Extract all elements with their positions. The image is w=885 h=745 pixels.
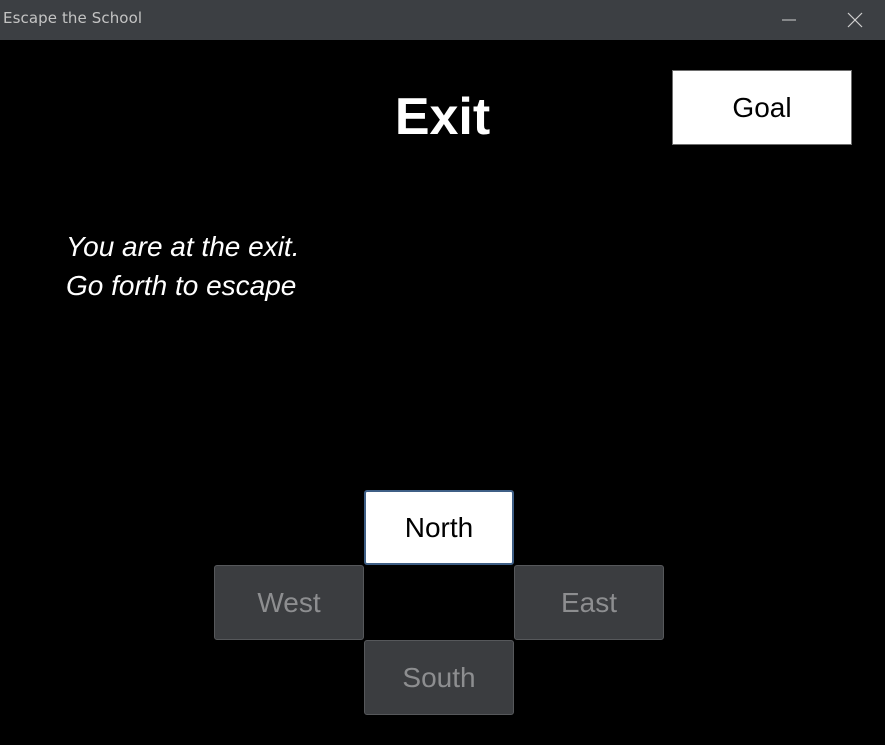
minimize-icon bbox=[782, 19, 796, 21]
close-icon bbox=[847, 12, 863, 28]
game-area: Exit Goal You are at the exit. Go forth … bbox=[0, 40, 885, 745]
title-bar[interactable]: Escape the School bbox=[0, 0, 885, 40]
app-window: Escape the School Exit Goal You are at t… bbox=[0, 0, 885, 745]
goal-button[interactable]: Goal bbox=[672, 70, 852, 145]
description-line-1: You are at the exit. bbox=[66, 231, 300, 262]
west-button[interactable]: West bbox=[214, 565, 364, 640]
east-button[interactable]: East bbox=[514, 565, 664, 640]
room-description: You are at the exit. Go forth to escape bbox=[66, 227, 300, 305]
north-button[interactable]: North bbox=[364, 490, 514, 565]
window-title: Escape the School bbox=[3, 9, 143, 27]
south-button[interactable]: South bbox=[364, 640, 514, 715]
minimize-button[interactable] bbox=[766, 0, 812, 40]
description-line-2: Go forth to escape bbox=[66, 270, 297, 301]
close-button[interactable] bbox=[832, 0, 878, 40]
